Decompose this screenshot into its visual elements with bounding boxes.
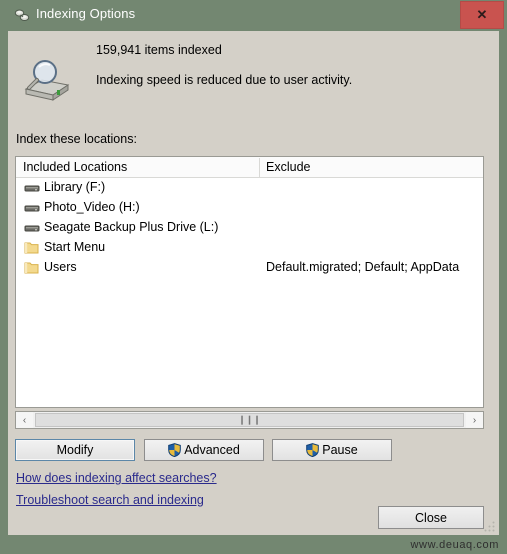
link-how-does-indexing-affect-searches[interactable]: How does indexing affect searches? — [16, 471, 217, 485]
location-exclude: Default.migrated; Default; AppData — [266, 260, 460, 274]
close-icon: ✕ — [476, 7, 488, 22]
pause-button[interactable]: Pause — [272, 439, 392, 461]
location-name: Photo_Video (H:) — [44, 200, 140, 214]
items-indexed-text: 159,941 items indexed — [96, 43, 222, 57]
modify-button[interactable]: Modify — [15, 439, 135, 461]
uac-shield-icon — [306, 443, 320, 458]
included-locations-list[interactable]: Included Locations Exclude Library (F:) — [15, 156, 484, 408]
table-row[interactable]: Photo_Video (H:) — [16, 198, 483, 218]
uac-shield-icon — [168, 443, 181, 458]
table-row[interactable]: Seagate Backup Plus Drive (L:) — [16, 218, 483, 238]
column-header-included-locations[interactable]: Included Locations — [23, 160, 127, 174]
column-header-exclude[interactable]: Exclude — [266, 160, 310, 174]
scroll-left-arrow-button[interactable]: ‹ — [16, 412, 33, 428]
scroll-right-arrow-button[interactable]: › — [466, 412, 483, 428]
title-bar: Indexing Options ✕ — [0, 0, 507, 31]
close-dialog-button-label: Close — [415, 510, 447, 525]
site-watermark: www.deuaq.com — [410, 539, 499, 551]
magnifier-over-drive-icon — [20, 55, 74, 107]
folder-icon — [24, 261, 40, 275]
location-name: Library (F:) — [44, 180, 106, 194]
scrollbar-thumb[interactable]: ❙❙❙ — [35, 413, 464, 427]
link-troubleshoot-search-and-indexing[interactable]: Troubleshoot search and indexing — [16, 493, 204, 507]
horizontal-scrollbar[interactable]: ‹ ❙❙❙ › — [15, 411, 484, 429]
column-divider[interactable] — [259, 158, 260, 177]
drive-icon — [24, 181, 40, 195]
window-title: Indexing Options — [36, 6, 136, 21]
indexing-options-window: Indexing Options ✕ 159,941 items indexed… — [0, 0, 507, 554]
close-window-button[interactable]: ✕ — [460, 1, 504, 29]
folder-icon — [24, 241, 40, 255]
indexing-options-icon — [13, 8, 30, 23]
location-name: Start Menu — [44, 240, 106, 254]
scrollbar-grip-icon: ❙❙❙ — [238, 414, 261, 425]
location-name: Seagate Backup Plus Drive (L:) — [44, 220, 219, 234]
table-row[interactable]: Start Menu — [16, 238, 483, 258]
dialog-body: 159,941 items indexed Indexing speed is … — [8, 31, 499, 535]
drive-icon — [24, 221, 40, 235]
list-rows-container: Library (F:) Photo_Video (H:) Seagate Ba… — [16, 178, 483, 278]
list-column-headers: Included Locations Exclude — [16, 157, 483, 178]
indexing-status-text: Indexing speed is reduced due to user ac… — [96, 73, 353, 87]
pause-button-label: Pause — [322, 443, 358, 457]
advanced-button[interactable]: Advanced — [144, 439, 264, 461]
advanced-button-label: Advanced — [184, 443, 240, 457]
table-row[interactable]: Users Default.migrated; Default; AppData — [16, 258, 483, 278]
resize-grip-icon[interactable] — [483, 520, 496, 533]
index-locations-label: Index these locations: — [16, 132, 137, 146]
drive-icon — [24, 201, 40, 215]
location-name: Users — [44, 260, 77, 274]
table-row[interactable]: Library (F:) — [16, 178, 483, 198]
close-dialog-button[interactable]: Close — [378, 506, 484, 529]
modify-button-label: Modify — [56, 443, 94, 457]
